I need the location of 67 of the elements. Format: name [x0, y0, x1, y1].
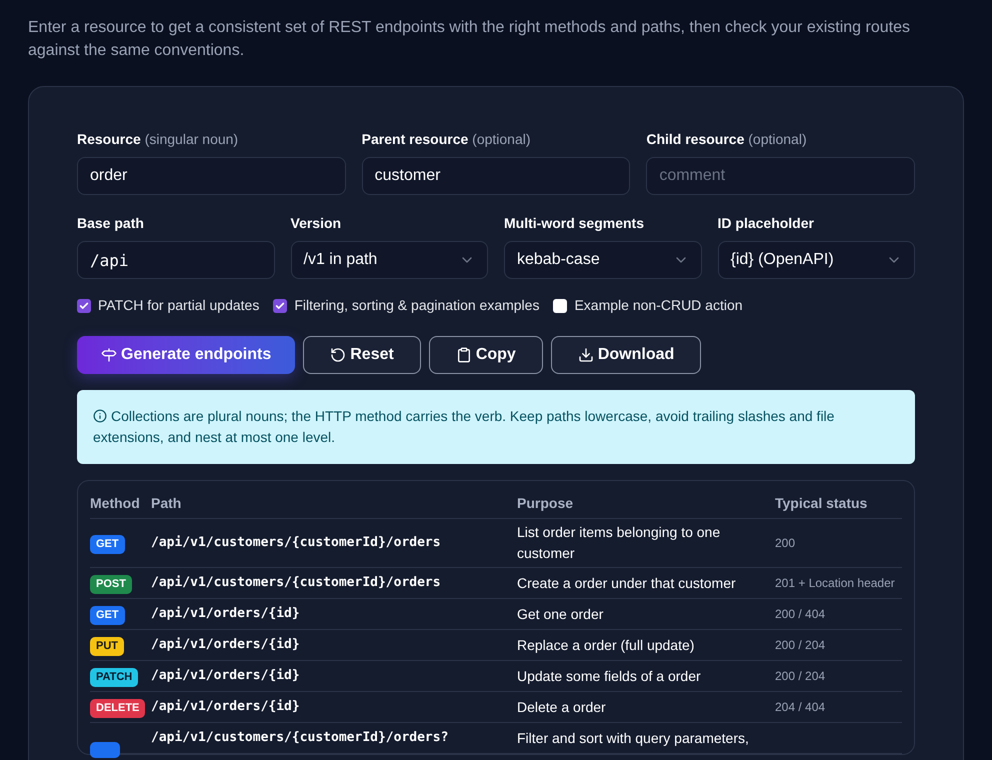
field-label: Version	[290, 214, 342, 233]
method-badge: PATCH	[90, 668, 138, 686]
purpose-cell-text: Replace a order (full update)	[517, 636, 696, 655]
purpose-cell-text: Update some fields of a order	[517, 666, 702, 686]
field-label: ID placeholder	[718, 214, 815, 233]
text-input[interactable]: /api	[77, 241, 274, 279]
purpose-cell-text: Create a order under that customer	[517, 574, 737, 592]
text-input[interactable]: comment	[646, 157, 915, 195]
field-label: Base path	[77, 214, 145, 233]
status-cell-text: 201 + Location header	[775, 575, 896, 592]
select-dropdown[interactable]: kebab-case	[504, 241, 702, 279]
column-header: Purpose	[517, 494, 574, 513]
method-badge	[90, 742, 120, 758]
checkbox[interactable]	[553, 298, 568, 312]
field-hint: (singular noun)	[144, 131, 238, 147]
select-dropdown[interactable]: /v1 in path	[290, 241, 488, 279]
status-cell-text: 200 / 404	[775, 606, 826, 623]
path-cell-text: /api/v1/orders/{id}	[151, 667, 301, 686]
checkbox-label: PATCH for partial updates	[98, 296, 260, 315]
column-header: Path	[151, 494, 182, 513]
checkbox[interactable]	[77, 298, 91, 312]
notice-text: Collections are plural nouns; the HTTP method carries the verb. Keep paths lowercase, avoid trailing slashes and file extensions, and nest at most one level.	[93, 407, 836, 447]
method-badge: GET	[90, 606, 125, 624]
select-dropdown[interactable]: {id} (OpenAPI)	[718, 241, 915, 279]
signpost-icon	[101, 347, 117, 363]
method-badge: PUT	[90, 637, 124, 656]
field-label: Multi-word segments	[504, 214, 646, 233]
status-cell-text: 200	[775, 535, 796, 552]
purpose-cell-text: Filter and sort with query parameters,	[517, 728, 750, 748]
path-cell-text: /api/v1/customers/{customerId}/orders	[151, 534, 442, 552]
checkbox[interactable]	[273, 298, 288, 312]
method-badge: POST	[90, 575, 132, 594]
status-cell-text: 200 / 204	[775, 637, 826, 654]
info-icon	[93, 409, 107, 423]
action-button[interactable]: Download	[550, 336, 702, 374]
field-hint: (optional)	[472, 131, 531, 147]
purpose-cell-text: List order items belonging to one customer	[517, 523, 722, 563]
action-button[interactable]: Reset	[303, 336, 421, 374]
path-cell-text: /api/v1/orders/{id}	[151, 605, 301, 624]
field-label: Resource	[77, 131, 141, 147]
check-icon	[275, 300, 286, 310]
path-cell-text: /api/v1/orders/{id}	[151, 698, 301, 716]
status-cell-text: 204 / 404	[775, 699, 826, 716]
check-icon	[79, 300, 89, 310]
path-cell-text: /api/v1/customers/{customerId}/orders	[151, 574, 442, 592]
column-header: Method	[90, 494, 141, 513]
checkbox-label: Example non-CRUD action	[574, 296, 743, 315]
generate-button[interactable]: Generate endpoints	[77, 336, 296, 374]
status-cell-text: 200 / 204	[775, 668, 826, 685]
field-label: Parent resource	[362, 131, 468, 147]
path-cell-text: /api/v1/orders/{id}	[151, 636, 301, 654]
checkbox-label: Filtering, sorting & pagination examples	[294, 296, 540, 315]
purpose-cell-text: Delete a order	[517, 698, 607, 716]
method-badge: GET	[90, 535, 125, 554]
download-icon	[578, 347, 594, 363]
method-badge: DELETE	[90, 699, 146, 718]
path-cell-text: /api/v1/customers/{customerId}/orders?	[151, 729, 450, 748]
purpose-cell-text: Get one order	[517, 604, 604, 624]
intro-text: Enter a resource to get a consistent set of REST endpoints with the right methods and paths, then check your existing routes against the same conventions.	[28, 18, 911, 61]
action-button[interactable]: Copy	[428, 336, 543, 374]
text-input[interactable]: order	[77, 157, 346, 195]
field-hint: (optional)	[748, 131, 807, 147]
clipboard-icon	[456, 347, 472, 363]
column-header: Typical status	[775, 494, 868, 513]
field-label: Child resource	[646, 131, 744, 147]
reset-icon	[330, 347, 346, 363]
text-input[interactable]: customer	[362, 157, 630, 195]
